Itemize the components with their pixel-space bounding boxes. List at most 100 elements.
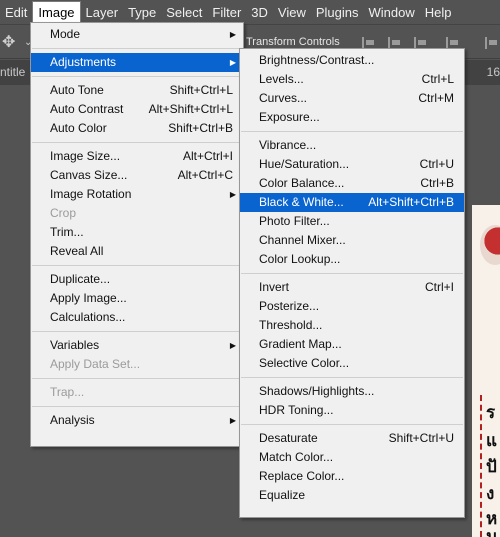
menu-item-label: Mode	[50, 27, 81, 41]
menu-item-label: Match Color...	[259, 450, 334, 464]
align-middle-icon[interactable]	[485, 37, 498, 49]
menubar: Edit Image Layer Type Select Filter 3D View Plug…	[0, 0, 500, 24]
adjustments-item-hdr-toning[interactable]: HDR Toning...	[240, 401, 464, 420]
document-tab-untitled[interactable]: ntitle	[0, 60, 25, 85]
menu-item-shortcut: Ctrl+I	[424, 280, 454, 294]
adjustments-item-photo-filter[interactable]: Photo Filter...	[240, 212, 464, 231]
image-menu-item-image-size[interactable]: Image Size... Alt+Ctrl+I	[31, 147, 243, 166]
menubar-window[interactable]: Window	[364, 2, 420, 23]
menu-item-label: Calculations...	[50, 310, 126, 324]
image-menu-item-reveal-all[interactable]: Reveal All	[31, 242, 243, 261]
image-menu-item-trim[interactable]: Trim...	[31, 223, 243, 242]
doc-text-3: ปั	[486, 457, 497, 477]
adjustments-item-shadows-highlights[interactable]: Shadows/Highlights...	[240, 382, 464, 401]
image-menu-item-apply-data-set: Apply Data Set...	[31, 355, 243, 374]
adjustments-item-threshold[interactable]: Threshold...	[240, 316, 464, 335]
adjustments-item-invert[interactable]: Invert Ctrl+I	[240, 278, 464, 297]
menu-item-label: Apply Data Set...	[50, 357, 141, 371]
menu-item-label: Crop	[50, 206, 77, 220]
menu-item-label: Exposure...	[259, 110, 320, 124]
menu-item-label: Curves...	[259, 91, 308, 105]
menu-item-shortcut: Ctrl+U	[419, 157, 454, 171]
menu-item-label: Variables	[50, 338, 100, 352]
doc-text-6: ม	[486, 527, 498, 537]
adjustments-item-black-white[interactable]: Black & White... Alt+Shift+Ctrl+B	[240, 193, 464, 212]
document-tab-right[interactable]: 16	[487, 60, 500, 85]
menubar-3d[interactable]: 3D	[246, 2, 273, 23]
menu-item-label: Replace Color...	[259, 469, 345, 483]
image-menu-item-adjustments[interactable]: Adjustments ▶	[31, 53, 243, 72]
menu-item-label: Desaturate	[259, 431, 318, 445]
menubar-view[interactable]: View	[273, 2, 311, 23]
adjustments-item-brightness-contrast[interactable]: Brightness/Contrast...	[240, 51, 464, 70]
image-menu-item-image-rotation[interactable]: Image Rotation ▶	[31, 185, 243, 204]
menu-item-label: Image Size...	[50, 149, 121, 163]
menu-item-label: Gradient Map...	[259, 337, 342, 351]
menu-item-label: Equalize	[259, 488, 306, 502]
menu-item-shortcut: Alt+Ctrl+C	[177, 168, 233, 182]
adjustments-item-channel-mixer[interactable]: Channel Mixer...	[240, 231, 464, 250]
menubar-help[interactable]: Help	[420, 2, 457, 23]
adjustments-item-levels[interactable]: Levels... Ctrl+L	[240, 70, 464, 89]
menu-item-shortcut: Shift+Ctrl+B	[168, 121, 233, 135]
adjustments-item-posterize[interactable]: Posterize...	[240, 297, 464, 316]
adjustments-item-color-balance[interactable]: Color Balance... Ctrl+B	[240, 174, 464, 193]
image-menu-item-auto-contrast[interactable]: Auto Contrast Alt+Shift+Ctrl+L	[31, 100, 243, 119]
image-menu-item-auto-tone[interactable]: Auto Tone Shift+Ctrl+L	[31, 81, 243, 100]
menu-item-label: Analysis	[50, 413, 95, 427]
image-menu-item-auto-color[interactable]: Auto Color Shift+Ctrl+B	[31, 119, 243, 138]
menu-separator	[32, 76, 242, 77]
menu-item-label: Trap...	[50, 385, 85, 399]
menu-item-shortcut: Alt+Shift+Ctrl+B	[368, 195, 454, 209]
menubar-image[interactable]: Image	[32, 1, 81, 24]
menubar-select[interactable]: Select	[161, 2, 207, 23]
image-menu-item-variables[interactable]: Variables ▶	[31, 336, 243, 355]
move-tool-icon[interactable]: ✥	[2, 25, 15, 60]
menu-separator	[32, 378, 242, 379]
adjustments-item-curves[interactable]: Curves... Ctrl+M	[240, 89, 464, 108]
adjustments-item-hue-saturation[interactable]: Hue/Saturation... Ctrl+U	[240, 155, 464, 174]
menu-item-label: Auto Color	[50, 121, 107, 135]
image-menu-item-mode[interactable]: Mode ▶	[31, 25, 243, 44]
image-menu-item-apply-image[interactable]: Apply Image...	[31, 289, 243, 308]
submenu-arrow-icon: ▶	[229, 341, 236, 350]
menu-item-shortcut: Ctrl+L	[421, 72, 454, 86]
adjustments-item-selective-color[interactable]: Selective Color...	[240, 354, 464, 373]
menu-item-label: Color Lookup...	[259, 252, 341, 266]
image-menu-item-crop: Crop	[31, 204, 243, 223]
menu-item-label: Brightness/Contrast...	[259, 53, 375, 67]
menu-item-label: Channel Mixer...	[259, 233, 346, 247]
menu-separator	[32, 265, 242, 266]
image-menu-item-canvas-size[interactable]: Canvas Size... Alt+Ctrl+C	[31, 166, 243, 185]
menu-item-label: Photo Filter...	[259, 214, 330, 228]
adjustments-item-color-lookup[interactable]: Color Lookup...	[240, 250, 464, 269]
menu-separator	[32, 331, 242, 332]
adjustments-item-vibrance[interactable]: Vibrance...	[240, 136, 464, 155]
image-menu-item-analysis[interactable]: Analysis ▶	[31, 411, 243, 430]
menu-separator	[241, 424, 463, 425]
menu-item-label: Duplicate...	[50, 272, 111, 286]
menu-item-label: Vibrance...	[259, 138, 317, 152]
menubar-edit[interactable]: Edit	[0, 2, 32, 23]
menu-item-shortcut: Shift+Ctrl+L	[169, 83, 233, 97]
menu-item-label: Color Balance...	[259, 176, 345, 190]
submenu-arrow-icon: ▶	[229, 190, 236, 199]
menubar-plugins[interactable]: Plugins	[311, 2, 364, 23]
menu-item-label: Threshold...	[259, 318, 323, 332]
adjustments-item-exposure[interactable]: Exposure...	[240, 108, 464, 127]
adjustments-item-match-color[interactable]: Match Color...	[240, 448, 464, 467]
adjustments-item-replace-color[interactable]: Replace Color...	[240, 467, 464, 486]
menubar-layer[interactable]: Layer	[81, 2, 124, 23]
menu-item-label: Invert	[259, 280, 290, 294]
adjustments-item-equalize[interactable]: Equalize	[240, 486, 464, 505]
menubar-filter[interactable]: Filter	[207, 2, 246, 23]
adjustments-item-desaturate[interactable]: Desaturate Shift+Ctrl+U	[240, 429, 464, 448]
document-canvas[interactable]: ร แ ปั ง ห ม	[472, 205, 500, 537]
image-menu-item-duplicate[interactable]: Duplicate...	[31, 270, 243, 289]
menubar-type[interactable]: Type	[123, 2, 161, 23]
adjustments-item-gradient-map[interactable]: Gradient Map...	[240, 335, 464, 354]
image-menu-item-calculations[interactable]: Calculations...	[31, 308, 243, 327]
menu-separator	[32, 406, 242, 407]
menu-item-label: Hue/Saturation...	[259, 157, 350, 171]
dashed-border	[480, 395, 482, 537]
